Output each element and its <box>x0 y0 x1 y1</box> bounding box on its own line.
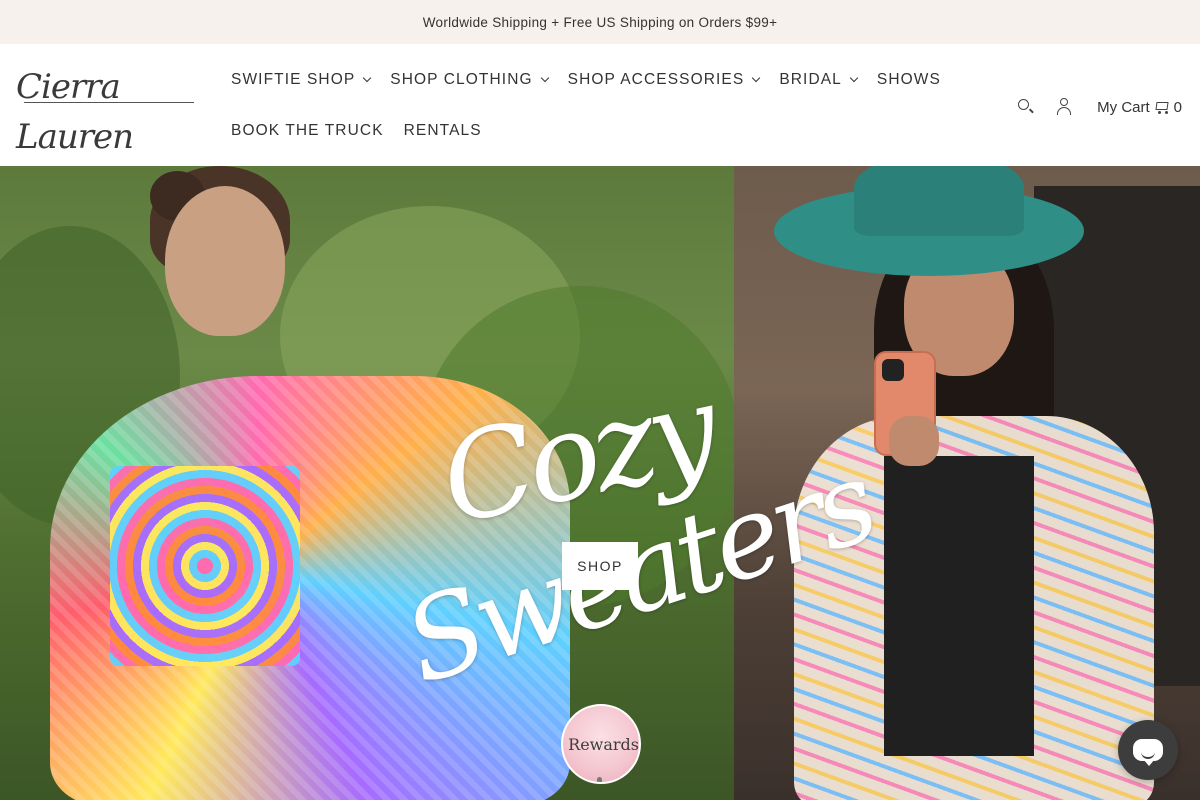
cart-icon-wheel <box>1164 111 1168 114</box>
nav-item-rentals[interactable]: RENTALS <box>404 122 482 140</box>
hero-banner[interactable]: Cozy Sweaters SHOP Rewards <box>0 166 1200 800</box>
site-header: Cierra Lauren SWIFTIE SHOP SHOP CLOTHING… <box>0 44 1200 166</box>
nav-label: SHOWS <box>876 71 941 88</box>
user-icon <box>1060 98 1069 106</box>
hat-crown <box>854 166 1024 236</box>
nav-item-shows[interactable]: SHOWS <box>877 71 941 89</box>
account-button[interactable] <box>1053 96 1075 118</box>
rewards-label: Rewards <box>568 734 639 754</box>
phone-camera <box>882 359 904 381</box>
cart-icon-basket <box>1155 102 1169 110</box>
cart-icon-wheel <box>1157 111 1161 114</box>
nav-label: SWIFTIE SHOP <box>231 71 356 88</box>
chat-button[interactable] <box>1118 720 1178 780</box>
cart-count: 0 <box>1173 98 1182 116</box>
cart-button[interactable]: My Cart 0 <box>1097 99 1182 116</box>
nav-label: BRIDAL <box>779 71 842 88</box>
shop-button[interactable]: SHOP <box>562 542 638 590</box>
header-actions: My Cart 0 <box>999 96 1182 118</box>
nav-item-bridal[interactable]: BRIDAL <box>779 71 859 89</box>
cart-icon <box>1154 100 1170 114</box>
nav-item-swiftie-shop[interactable]: SWIFTIE SHOP <box>231 71 372 89</box>
chevron-down-icon <box>540 73 549 83</box>
announcement-text: Worldwide Shipping + Free US Shipping on… <box>422 14 778 30</box>
graphic-tee <box>884 456 1034 756</box>
rewards-button[interactable]: Rewards <box>561 704 641 784</box>
chat-icon <box>1133 739 1163 766</box>
granny-square-pattern <box>110 466 300 666</box>
announcement-bar: Worldwide Shipping + Free US Shipping on… <box>0 0 1200 44</box>
nav-row-1: SWIFTIE SHOP SHOP CLOTHING SHOP ACCESSOR… <box>231 68 940 92</box>
cart-label: My Cart <box>1097 98 1150 116</box>
logo-text: Cierra Lauren <box>16 67 134 157</box>
chevron-down-icon <box>752 73 761 83</box>
nav-label: RENTALS <box>403 122 482 139</box>
nav-item-shop-accessories[interactable]: SHOP ACCESSORIES <box>567 71 761 89</box>
chevron-down-icon <box>363 73 372 83</box>
nav-label: SHOP ACCESSORIES <box>567 71 745 88</box>
nav-row-2: BOOK THE TRUCK RENTALS <box>231 119 831 143</box>
user-icon-body <box>1057 107 1072 115</box>
brand-logo[interactable]: Cierra Lauren <box>16 62 196 157</box>
nav-label: SHOP CLOTHING <box>390 71 533 88</box>
woman-face <box>165 186 285 336</box>
hand <box>889 416 939 466</box>
cactus-icon <box>597 777 603 782</box>
chevron-down-icon <box>849 73 859 83</box>
nav-item-shop-clothing[interactable]: SHOP CLOTHING <box>390 71 549 89</box>
logo-underline <box>24 102 194 103</box>
nav-label: BOOK THE TRUCK <box>231 122 384 139</box>
search-icon <box>1018 99 1030 110</box>
nav-item-book-the-truck[interactable]: BOOK THE TRUCK <box>231 122 384 140</box>
search-button[interactable] <box>1015 96 1037 118</box>
main-nav: SWIFTIE SHOP SHOP CLOTHING SHOP ACCESSOR… <box>231 68 940 170</box>
